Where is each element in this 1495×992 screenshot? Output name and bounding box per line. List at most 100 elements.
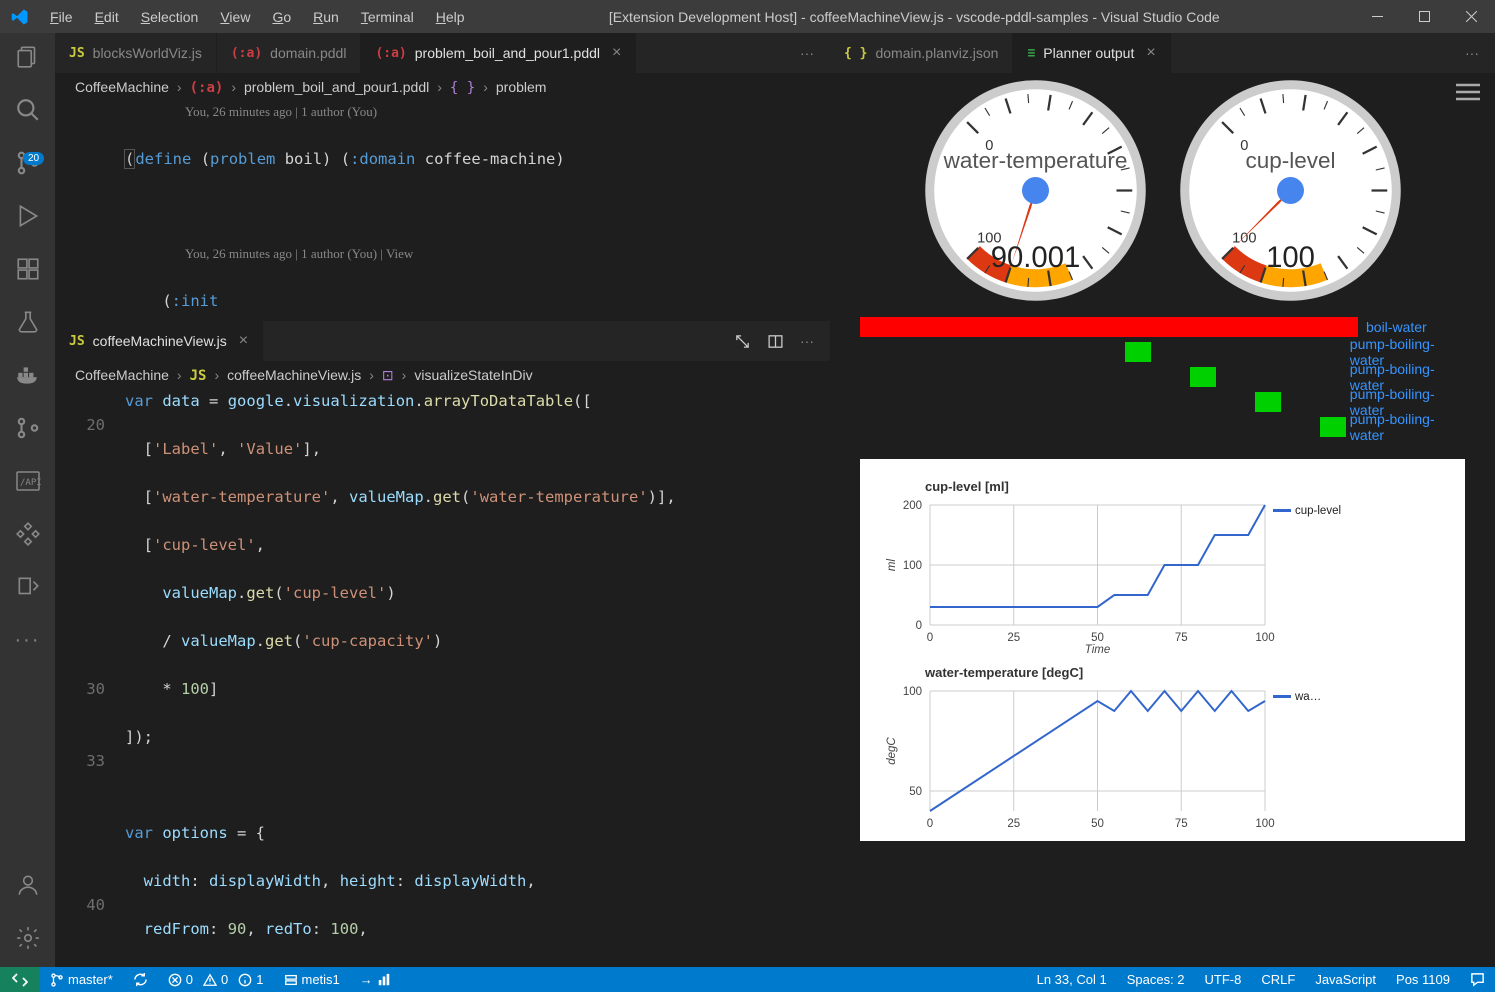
menu-help[interactable]: Help — [426, 4, 475, 30]
editor-group-left: JSblocksWorldViz.js(:a)domain.pddl(:a)pr… — [55, 33, 830, 967]
menu-file[interactable]: File — [40, 4, 83, 30]
menu-selection[interactable]: Selection — [131, 4, 209, 30]
server-button[interactable]: metis1 — [274, 972, 350, 987]
close-icon[interactable]: × — [1146, 44, 1155, 62]
sync-button[interactable] — [123, 972, 158, 987]
svg-text:25: 25 — [1007, 632, 1020, 644]
source-control-icon[interactable]: 20 — [14, 149, 42, 177]
editor-mid[interactable]: 20303340 var data = google.visualization… — [55, 389, 830, 967]
statusbar: master* 0 0 1 metis1 → Ln 33, Col 1 Spac… — [0, 967, 1495, 992]
tab-coffeeMachineView-js[interactable]: JScoffeeMachineView.js× — [55, 321, 263, 361]
language-button[interactable]: JavaScript — [1305, 972, 1386, 987]
svg-text:/API: /API — [20, 478, 41, 488]
titlebar: FileEditSelectionViewGoRunTerminalHelp [… — [0, 0, 1495, 33]
pddl-icon[interactable]: (:a) — [190, 79, 224, 96]
extensions-icon[interactable] — [14, 255, 42, 283]
breadcrumb-item[interactable]: problem_boil_and_pour1.pddl — [244, 79, 429, 95]
editor-top[interactable]: You, 26 minutes ago | 1 author (You) (de… — [55, 101, 830, 321]
breadcrumb-item[interactable]: CoffeeMachine — [75, 79, 169, 95]
more-actions-icon[interactable]: ··· — [1465, 45, 1479, 61]
window-controls — [1354, 0, 1495, 33]
menu-edit[interactable]: Edit — [85, 4, 129, 30]
breadcrumb-item[interactable]: problem — [496, 79, 547, 95]
gantt-bar[interactable] — [1320, 417, 1346, 437]
eol-button[interactable]: CRLF — [1251, 972, 1305, 987]
tab-label: problem_boil_and_pour1.pddl — [415, 45, 600, 61]
run-debug-icon[interactable] — [14, 202, 42, 230]
problems-button[interactable]: 0 0 1 — [158, 972, 274, 987]
breadcrumb-item[interactable]: coffeeMachineView.js — [227, 367, 361, 383]
beaker-icon[interactable] — [14, 308, 42, 336]
api-icon[interactable]: /API — [14, 467, 42, 495]
breadcrumb-item[interactable]: visualizeStateInDiv — [414, 367, 532, 383]
search-icon[interactable] — [14, 96, 42, 124]
settings-gear-icon[interactable] — [14, 924, 42, 952]
split-editor-icon[interactable] — [767, 333, 784, 350]
codelens[interactable]: You, 26 minutes ago | 1 author (You) — [125, 101, 830, 123]
menu-go[interactable]: Go — [262, 4, 301, 30]
references-icon[interactable] — [14, 573, 42, 601]
position-button[interactable]: Pos 1109 — [1386, 972, 1460, 987]
svg-text:0: 0 — [927, 818, 933, 830]
chart-button[interactable]: → — [350, 972, 401, 987]
svg-text:wa…: wa… — [1294, 691, 1321, 703]
svg-text:100: 100 — [903, 686, 922, 698]
svg-text:cup-level: cup-level — [1295, 505, 1341, 517]
namespace-icon[interactable]: { } — [450, 79, 475, 96]
feedback-icon[interactable] — [1460, 972, 1495, 987]
tab-domain-pddl[interactable]: (:a)domain.pddl — [217, 33, 362, 73]
tab-domain-planviz-json[interactable]: { }domain.planviz.json — [830, 33, 1013, 73]
maximize-button[interactable] — [1401, 0, 1448, 33]
close-button[interactable] — [1448, 0, 1495, 33]
more-icon[interactable]: ··· — [14, 626, 42, 654]
gantt-bar[interactable] — [1190, 367, 1216, 387]
svg-text:100: 100 — [1255, 818, 1274, 830]
breadcrumb-mid[interactable]: CoffeeMachine›JS›coffeeMachineView.js›⊡›… — [55, 361, 830, 389]
file-icon: (:a) — [375, 46, 406, 61]
indentation-button[interactable]: Spaces: 2 — [1117, 972, 1195, 987]
js-icon[interactable]: JS — [190, 367, 207, 384]
tab-Planner-output[interactable]: ≡Planner output× — [1013, 33, 1170, 73]
more-actions-icon[interactable]: ··· — [800, 333, 814, 350]
close-icon[interactable]: × — [612, 44, 621, 62]
git-graph-icon[interactable] — [14, 414, 42, 442]
gantt-row: pump-boiling-water — [860, 415, 1465, 439]
breadcrumb-item[interactable]: CoffeeMachine — [75, 367, 169, 383]
docker-icon[interactable] — [14, 361, 42, 389]
gantt-label[interactable]: pump-boiling-water — [1350, 411, 1465, 443]
gantt-bar[interactable] — [1125, 342, 1151, 362]
more-actions-icon[interactable]: ··· — [800, 45, 814, 61]
panel-menu-icon[interactable] — [1456, 83, 1480, 101]
tab-blocksWorldViz-js[interactable]: JSblocksWorldViz.js — [55, 33, 217, 73]
git-branch-button[interactable]: master* — [40, 972, 123, 987]
svg-text:0: 0 — [985, 138, 993, 154]
gantt-label[interactable]: boil-water — [1366, 319, 1427, 335]
gantt-bar[interactable] — [1255, 392, 1281, 412]
codelens[interactable]: You, 26 minutes ago | 1 author (You) | V… — [125, 243, 830, 265]
svg-text:100: 100 — [1255, 632, 1274, 644]
account-icon[interactable] — [14, 871, 42, 899]
gantt-bar[interactable] — [860, 317, 1358, 337]
menu-run[interactable]: Run — [303, 4, 349, 30]
svg-text:50: 50 — [1091, 818, 1104, 830]
breadcrumb-top[interactable]: CoffeeMachine›(:a)›problem_boil_and_pour… — [55, 73, 830, 101]
menu-view[interactable]: View — [210, 4, 260, 30]
svg-text:75: 75 — [1175, 632, 1188, 644]
encoding-button[interactable]: UTF-8 — [1195, 972, 1252, 987]
svg-text:cup-level: cup-level — [1245, 148, 1335, 173]
minimize-button[interactable] — [1354, 0, 1401, 33]
method-icon[interactable]: ⊡ — [382, 367, 394, 384]
tab-bar-right: { }domain.planviz.json≡Planner output× ·… — [830, 33, 1495, 73]
diff-icon[interactable] — [734, 333, 751, 350]
menu-terminal[interactable]: Terminal — [351, 4, 424, 30]
close-icon[interactable]: × — [239, 332, 248, 350]
cursor-position[interactable]: Ln 33, Col 1 — [1027, 972, 1117, 987]
svg-text:50: 50 — [909, 786, 922, 798]
planner-output-panel: water-temperature 0 100 90.001 cup-level… — [830, 73, 1495, 967]
tab-label: domain.pddl — [270, 45, 346, 61]
explorer-icon[interactable] — [14, 43, 42, 71]
svg-text:100: 100 — [1232, 230, 1256, 246]
remote-button[interactable] — [0, 967, 40, 992]
cluster-icon[interactable] — [14, 520, 42, 548]
tab-problem_boil_and_pour1-pddl[interactable]: (:a) problem_boil_and_pour1.pddl × — [361, 33, 636, 73]
